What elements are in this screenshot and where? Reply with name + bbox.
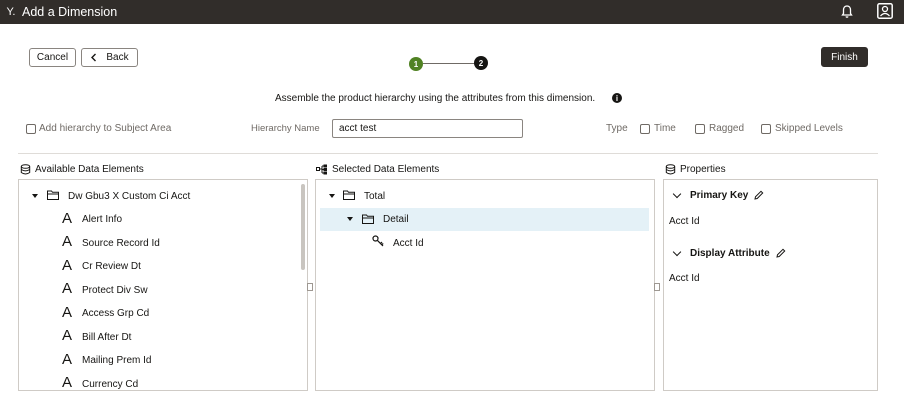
properties-title: Properties	[665, 164, 726, 175]
add-hierarchy-checkbox[interactable]	[26, 124, 36, 134]
available-item[interactable]: Bill After Dt	[82, 329, 131, 345]
attribute-icon: A	[62, 374, 73, 391]
page-title: Add a Dimension	[22, 5, 118, 19]
back-button[interactable]: Back	[81, 48, 138, 67]
available-item[interactable]: Cr Review Dt	[82, 258, 141, 274]
type-skipped-levels-label: Skipped Levels	[775, 123, 843, 134]
back-button-label: Back	[106, 52, 129, 63]
notification-bell-icon[interactable]	[840, 4, 854, 20]
available-item[interactable]: Currency Cd	[82, 376, 138, 392]
finish-button[interactable]: Finish	[821, 47, 868, 67]
attribute-icon: A	[62, 304, 73, 321]
type-time-label: Time	[654, 123, 676, 134]
available-elements-title: Available Data Elements	[20, 164, 144, 175]
collapse-caret-icon[interactable]	[32, 194, 38, 198]
hierarchy-name-label: Hierarchy Name	[251, 123, 320, 134]
finish-button-label: Finish	[831, 51, 858, 63]
user-profile-icon[interactable]	[877, 3, 893, 19]
primary-key-value: Acct Id	[669, 216, 700, 227]
cancel-button-label: Cancel	[36, 52, 69, 63]
folder-icon	[343, 190, 355, 200]
add-hierarchy-label: Add hierarchy to Subject Area	[39, 123, 172, 134]
hierarchy-icon	[316, 164, 327, 175]
display-attribute-heading: Display Attribute	[690, 248, 770, 259]
folder-icon	[362, 214, 374, 224]
panel-splitter-right[interactable]	[654, 283, 660, 291]
key-icon	[372, 235, 384, 247]
available-item[interactable]: Mailing Prem Id	[82, 352, 151, 368]
panel-splitter-left[interactable]	[307, 283, 313, 291]
attribute-icon: A	[62, 257, 73, 274]
cancel-button[interactable]: Cancel	[29, 48, 76, 67]
available-item[interactable]: Access Grp Cd	[82, 305, 149, 321]
wizard-step-2[interactable]: 2	[474, 56, 488, 70]
collapse-caret-icon[interactable]	[329, 194, 335, 198]
attribute-icon: A	[62, 233, 73, 250]
attribute-icon: A	[62, 280, 73, 297]
database-icon	[20, 164, 31, 175]
type-skipped-levels-checkbox[interactable]	[761, 124, 771, 134]
available-item[interactable]: Source Record Id	[82, 235, 160, 251]
available-root-node[interactable]: Dw Gbu3 X Custom Ci Acct	[68, 188, 190, 204]
selected-key-attribute[interactable]: Acct Id	[393, 235, 424, 251]
chevron-left-icon	[91, 53, 97, 62]
top-bar: Y. Add a Dimension	[0, 0, 904, 24]
available-item[interactable]: Alert Info	[82, 211, 122, 227]
available-elements-scrollbar[interactable]	[301, 184, 305, 270]
wizard-step-1[interactable]: 1	[409, 57, 423, 71]
wizard-step-connector	[423, 63, 475, 64]
selected-level-detail[interactable]: Detail	[383, 211, 409, 227]
edit-pencil-icon[interactable]	[754, 190, 764, 200]
type-ragged-label: Ragged	[709, 123, 745, 134]
display-attribute-value: Acct Id	[669, 273, 700, 284]
attribute-icon: A	[62, 327, 73, 344]
collapse-caret-icon[interactable]	[347, 217, 353, 221]
attribute-icon: A	[62, 210, 73, 227]
database-icon	[665, 164, 676, 175]
selected-level-total[interactable]: Total	[364, 188, 385, 204]
instruction-text: Assemble the product hierarchy using the…	[275, 93, 596, 104]
type-ragged-checkbox[interactable]	[695, 124, 705, 134]
selected-elements-title: Selected Data Elements	[316, 164, 439, 175]
info-icon[interactable]: i	[612, 93, 622, 103]
available-item[interactable]: Protect Div Sw	[82, 282, 148, 298]
folder-open-icon	[47, 190, 59, 200]
properties-panel	[663, 179, 878, 391]
primary-key-heading: Primary Key	[690, 190, 749, 201]
section-divider	[18, 153, 878, 154]
hierarchy-name-input[interactable]	[332, 119, 523, 138]
edit-pencil-icon[interactable]	[776, 248, 786, 258]
type-time-checkbox[interactable]	[640, 124, 650, 134]
app-logo-icon: Y.	[6, 6, 16, 18]
attribute-icon: A	[62, 351, 73, 368]
type-label: Type	[606, 123, 628, 134]
